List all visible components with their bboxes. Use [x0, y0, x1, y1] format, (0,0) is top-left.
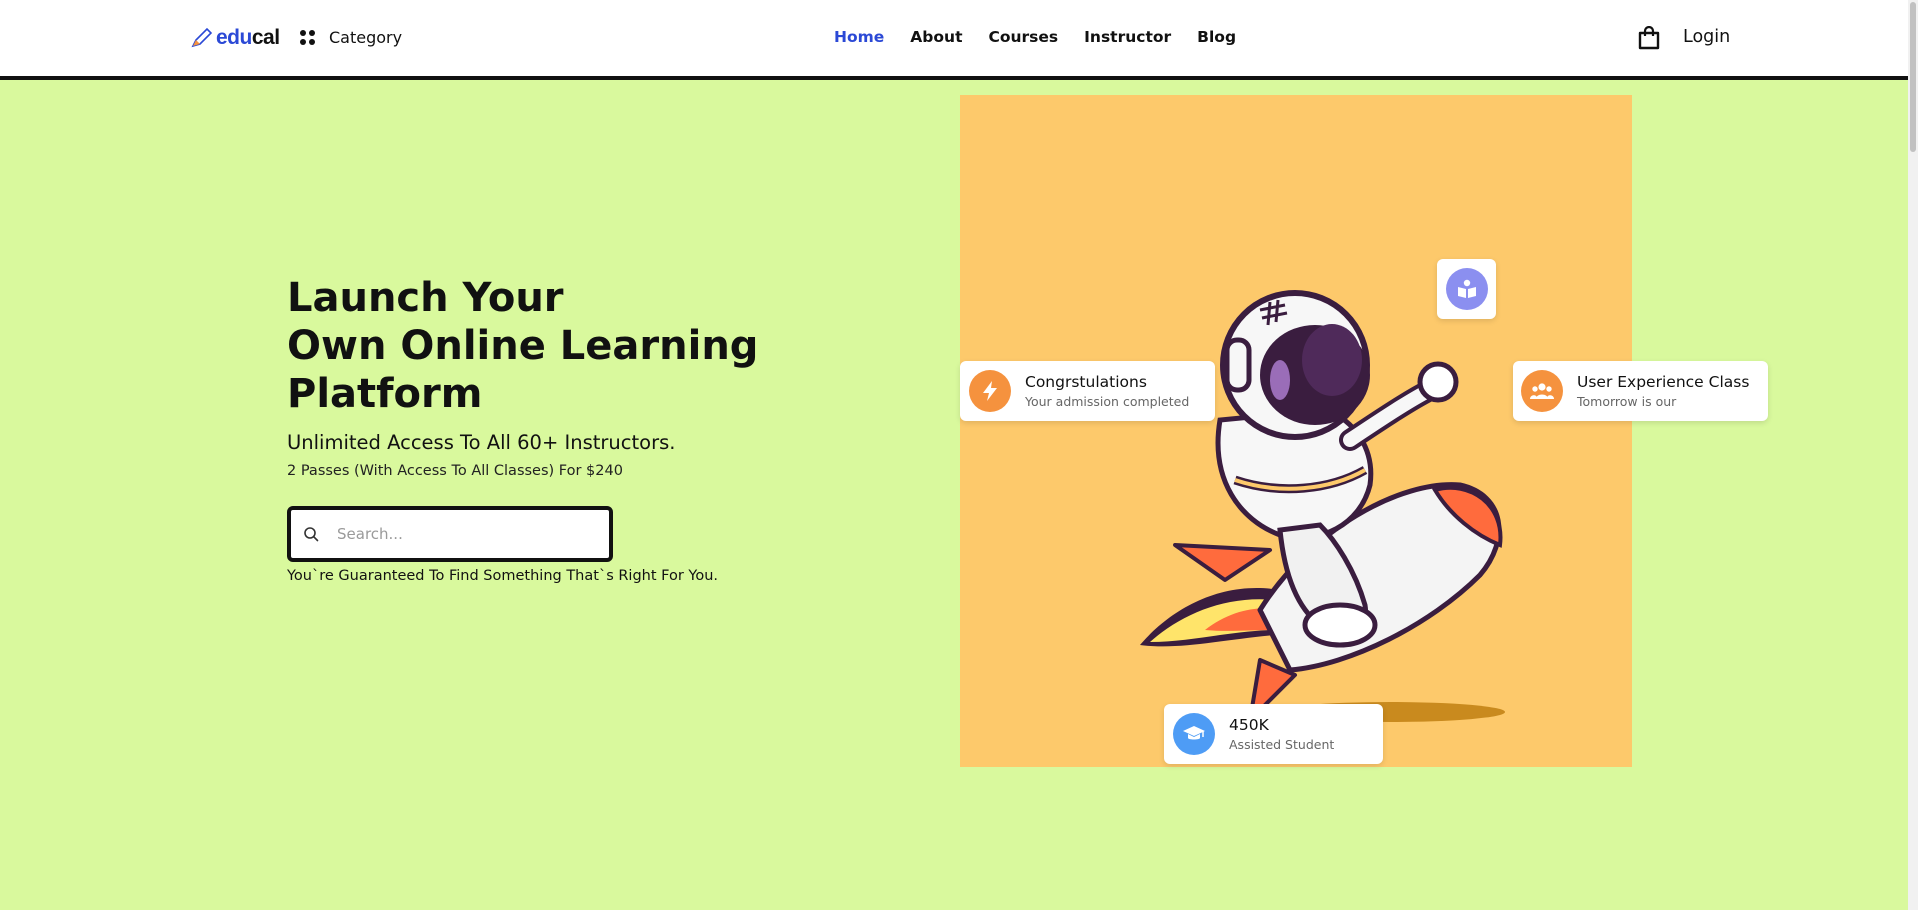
lightning-icon	[969, 370, 1011, 412]
users-icon	[1521, 370, 1563, 412]
card-subtitle: Tomorrow is our	[1577, 394, 1677, 409]
guarantee-text: You`re Guaranteed To Find Something That…	[287, 568, 719, 584]
hero-title-line: Own Online Learning	[287, 323, 759, 369]
hero-passes-text: 2 Passes (With Access To All Classes) Fo…	[287, 463, 623, 479]
shopping-bag-icon[interactable]	[1638, 26, 1660, 50]
category-label: Category	[329, 28, 403, 47]
card-subtitle: Assisted Student	[1229, 737, 1335, 752]
hero-title: Launch Your Own Online Learning Platform	[287, 274, 807, 418]
card-ux-class: User Experience Class Tomorrow is our	[1513, 361, 1768, 421]
card-students: 450K Assisted Student	[1164, 704, 1383, 764]
nav-about[interactable]: About	[910, 28, 962, 46]
graduation-cap-icon	[1173, 713, 1215, 755]
logo[interactable]: educal	[190, 26, 280, 50]
main-nav: Home About Courses Instructor Blog	[834, 28, 1236, 46]
nav-courses[interactable]: Courses	[988, 28, 1058, 46]
card-subtitle: Your admission completed	[1025, 394, 1190, 409]
card-title: 450K	[1229, 716, 1269, 734]
search-input[interactable]	[337, 525, 577, 543]
nav-blog[interactable]: Blog	[1197, 28, 1236, 46]
card-congratulations: Congrstulations Your admission completed	[960, 361, 1215, 421]
logo-text: educal	[216, 26, 280, 49]
card-book	[1437, 259, 1496, 319]
pencil-icon	[191, 27, 213, 48]
astronaut-rocket-illustration	[1140, 290, 1505, 722]
grid-dots-icon	[300, 30, 315, 45]
card-title: User Experience Class	[1577, 373, 1750, 391]
book-reader-icon	[1445, 268, 1488, 310]
scrollbar-thumb[interactable]	[1910, 2, 1916, 152]
page-scrollbar[interactable]	[1908, 0, 1918, 910]
hero-subtitle: Unlimited Access To All 60+ Instructors.	[287, 431, 676, 454]
login-link[interactable]: Login	[1683, 27, 1730, 47]
hero-title-line: Platform	[287, 371, 483, 417]
search-icon	[304, 527, 319, 542]
search-box[interactable]	[287, 506, 613, 562]
top-header: educal Category Home About Courses Instr…	[0, 0, 1918, 80]
hero-title-line: Launch Your	[287, 275, 564, 321]
nav-home[interactable]: Home	[834, 28, 884, 46]
category-menu[interactable]: Category	[300, 28, 402, 47]
nav-instructor[interactable]: Instructor	[1084, 28, 1171, 46]
card-title: Congrstulations	[1025, 373, 1147, 391]
